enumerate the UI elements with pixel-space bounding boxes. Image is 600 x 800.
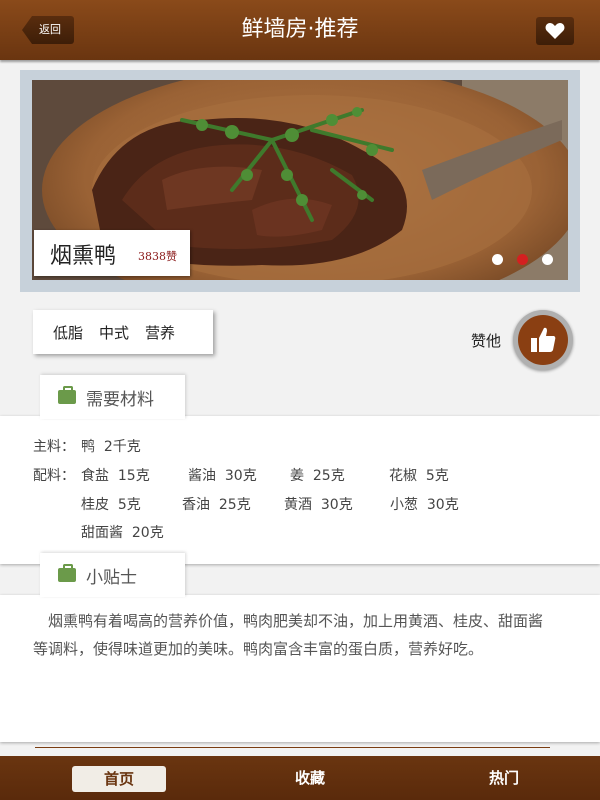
- top-bar: 返回 鲜墙房·推荐: [0, 0, 600, 60]
- tab-tips: 小贴士: [40, 553, 185, 597]
- dish-name: 烟熏鸭: [50, 244, 117, 269]
- tips-text: 烟熏鸭有着喝高的营养价值，鸭肉肥美却不油，加上用黄酒、桂皮、甜面酱等调料，使得味…: [33, 612, 544, 658]
- tag-item: 营养: [145, 323, 176, 342]
- ingredient-item: 酱油 30克: [188, 468, 257, 484]
- tag-box: 低脂 中式 营养: [33, 310, 213, 354]
- ingredient-item: 姜 25克: [290, 468, 345, 484]
- like-count: 3838赞: [138, 250, 177, 263]
- tag-item: 中式: [99, 323, 130, 342]
- like-button[interactable]: [513, 310, 573, 370]
- materials-title: 需要材料: [86, 389, 154, 410]
- nav-home[interactable]: 首页: [72, 766, 166, 792]
- divider: [35, 747, 550, 748]
- thumbs-up-icon: [531, 327, 556, 352]
- carousel-dot[interactable]: [542, 254, 553, 265]
- briefcase-icon: [58, 386, 76, 404]
- ingredient-item: 花椒 5克: [389, 468, 449, 484]
- tips-title: 小贴士: [86, 567, 137, 588]
- seasoning-label: 配料：: [33, 468, 75, 484]
- ingredient-item: 甜面酱 20克: [81, 525, 164, 541]
- bottom-nav: 首页 收藏 热门: [0, 756, 600, 800]
- briefcase-icon: [58, 564, 76, 582]
- materials-panel: 主料： 鸭 2千克 配料： 食盐 15克 酱油 30克 姜 25克 花椒 5克 …: [0, 416, 600, 564]
- ingredient-item: 桂皮 5克: [81, 497, 141, 513]
- tips-panel: 烟熏鸭有着喝高的营养价值，鸭肉肥美却不油，加上用黄酒、桂皮、甜面酱等调料，使得味…: [0, 595, 600, 742]
- ingredient-item: 食盐 15克: [81, 468, 150, 484]
- carousel-dot-active[interactable]: [517, 254, 528, 265]
- nav-favorites[interactable]: 收藏: [263, 756, 357, 800]
- carousel-dots: [492, 254, 553, 265]
- ingredient-item: 黄酒 30克: [284, 497, 353, 513]
- main-label: 主料：: [33, 439, 75, 455]
- dish-label-card: 烟熏鸭 3838赞: [34, 230, 190, 276]
- favorite-button[interactable]: [536, 17, 574, 45]
- tab-materials: 需要材料: [40, 375, 185, 419]
- like-label: 赞他: [471, 332, 502, 350]
- main-items: 鸭 2千克: [81, 439, 141, 455]
- heart-icon: [545, 23, 565, 39]
- tag-item: 低脂: [53, 323, 84, 342]
- ingredient-item: 香油 25克: [182, 497, 251, 513]
- hero-carousel[interactable]: 烟熏鸭 3838赞: [20, 70, 580, 292]
- carousel-dot[interactable]: [492, 254, 503, 265]
- page-title: 鲜墙房·推荐: [241, 17, 359, 42]
- ingredient-item: 小葱 30克: [390, 497, 459, 513]
- nav-popular[interactable]: 热门: [457, 756, 551, 800]
